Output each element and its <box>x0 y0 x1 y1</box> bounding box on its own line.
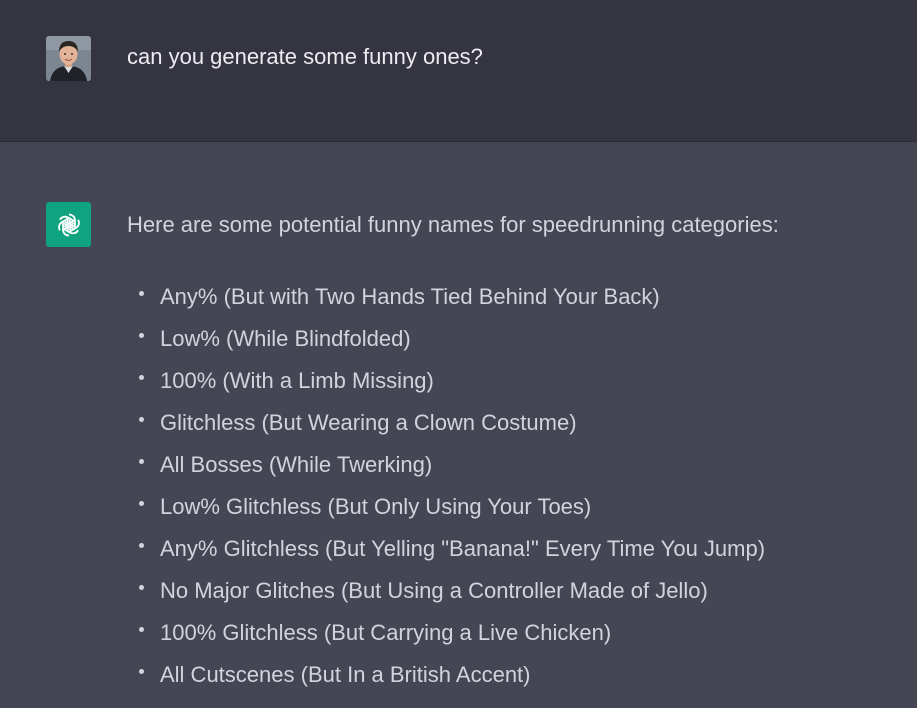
assistant-avatar <box>46 202 91 247</box>
list-item-text: All Cutscenes (But In a British Accent) <box>160 662 531 687</box>
user-message-text: can you generate some funny ones? <box>127 44 483 69</box>
assistant-intro-text: Here are some potential funny names for … <box>127 212 779 237</box>
list-item-text: No Major Glitches (But Using a Controlle… <box>160 578 708 603</box>
bullet <box>139 375 144 380</box>
openai-logo-icon <box>55 213 82 236</box>
list-item-text: 100% Glitchless (But Carrying a Live Chi… <box>160 620 612 645</box>
bullet <box>139 501 144 506</box>
assistant-message-row: Here are some potential funny names for … <box>0 142 917 708</box>
bullet <box>139 459 144 464</box>
list-item: Low% (While Blindfolded) <box>137 324 765 366</box>
list-item-text: All Bosses (While Twerking) <box>160 452 433 477</box>
bullet <box>139 669 144 674</box>
list-item-text: Any% (But with Two Hands Tied Behind You… <box>160 284 660 309</box>
list-item-text: 100% (With a Limb Missing) <box>160 368 434 393</box>
list-item: No Major Glitches (But Using a Controlle… <box>137 576 765 618</box>
list-item: All Cutscenes (But In a British Accent) <box>137 660 765 702</box>
bullet <box>139 291 144 296</box>
bullet <box>139 627 144 632</box>
bullet <box>139 585 144 590</box>
list-item-text: Any% Glitchless (But Yelling "Banana!" E… <box>160 536 766 561</box>
list-item: Low% Glitchless (But Only Using Your Toe… <box>137 492 765 534</box>
list-item: All Bosses (While Twerking) <box>137 450 765 492</box>
user-avatar-image <box>46 36 91 81</box>
bullet <box>139 417 144 422</box>
bullet <box>139 543 144 548</box>
list-item: 100% (With a Limb Missing) <box>137 366 765 408</box>
list-item: Any% (But with Two Hands Tied Behind You… <box>137 282 765 324</box>
list-item: Glitchless (But Wearing a Clown Costume) <box>137 408 765 450</box>
user-message-row: can you generate some funny ones? <box>0 0 917 142</box>
list-item-text: Low% Glitchless (But Only Using Your Toe… <box>160 494 592 519</box>
list-item: 100% Glitchless (But Carrying a Live Chi… <box>137 618 765 660</box>
list-item: Any% Glitchless (But Yelling "Banana!" E… <box>137 534 765 576</box>
category-list: Any% (But with Two Hands Tied Behind You… <box>137 282 765 702</box>
user-avatar <box>46 36 91 81</box>
list-item-text: Glitchless (But Wearing a Clown Costume) <box>160 410 577 435</box>
bullet <box>139 333 144 338</box>
list-item-text: Low% (While Blindfolded) <box>160 326 411 351</box>
